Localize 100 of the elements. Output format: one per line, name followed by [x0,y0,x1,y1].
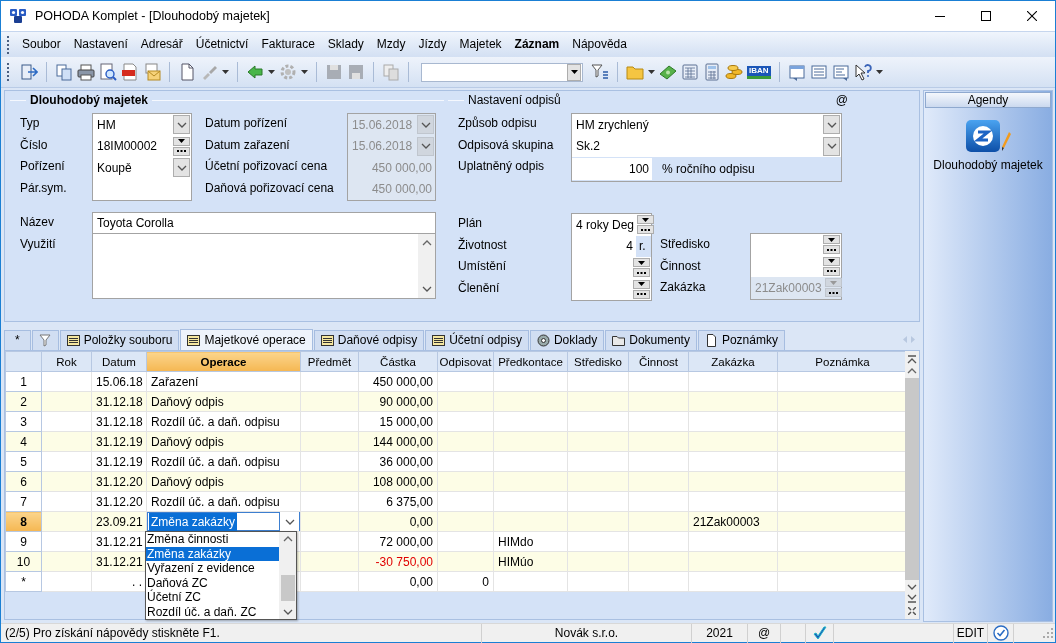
row-header[interactable]: 9 [5,531,42,552]
dropdown-field[interactable]: HM zrychlený [572,114,841,136]
tab[interactable]: Dokumenty [605,330,697,350]
row-header[interactable]: 6 [5,471,42,492]
scrollbar-thumb[interactable] [905,378,919,580]
menu-item[interactable]: Fakturace [255,35,321,54]
dropdown-button[interactable] [633,279,650,289]
menu-item[interactable]: Nápověda [566,35,633,54]
column-header[interactable]: Činnost [628,351,689,372]
dropdown-button[interactable] [567,63,581,81]
more-button[interactable] [633,268,650,278]
scroll-top-icon[interactable] [907,355,917,364]
collapse-icon[interactable] [908,607,916,615]
dropdown-button[interactable] [637,215,655,225]
row-header[interactable]: 4 [5,431,42,452]
tab[interactable]: Položky souboru [59,330,180,350]
tab[interactable]: Poznámky [697,330,785,350]
menu-item[interactable]: Záznam [508,35,566,54]
dropdown-list[interactable]: Změna činnosti Změna zakázky Vyřazení z evidence Daňová ZC Účetní ZC Rozdíl úč. a daň. ZC [145,531,297,620]
tab[interactable]: Doklady [529,330,605,350]
iban-button[interactable]: IBAN [747,65,771,79]
scroll-up-icon[interactable] [282,536,293,542]
column-header[interactable]: Předkontace [493,351,568,372]
column-header[interactable]: Rok [41,351,92,372]
document-icon[interactable] [831,63,850,81]
caret-icon[interactable] [301,70,308,74]
menu-item[interactable]: Účetnictví [189,35,255,54]
printer-icon[interactable] [77,63,95,81]
agenda-label[interactable]: Dlouhodobý majetek [933,158,1043,173]
list-option[interactable]: Rozdíl úč. a daň. ZC [146,604,279,619]
column-header[interactable]: Částka [358,351,438,372]
text-field[interactable]: Toyota Corolla [92,212,436,234]
dropdown-button[interactable] [823,115,840,135]
dropdown-button[interactable] [173,115,190,135]
number-field[interactable]: 4 [572,235,636,257]
scroll-down-icon[interactable] [421,285,432,292]
scroll-bottom-icon[interactable] [907,594,917,603]
menu-item[interactable]: Sklady [321,35,370,54]
resize-grip-icon[interactable] [1043,628,1053,638]
scroll-up-icon[interactable] [421,239,432,246]
row-header[interactable]: 2 [5,391,42,412]
dropdown-button[interactable] [173,136,190,146]
column-header[interactable]: Odpisovat [437,351,494,372]
help-icon[interactable] [853,63,872,81]
document-icon[interactable] [178,63,196,81]
dropdown-field[interactable]: Sk.2 [572,135,841,157]
caret-icon[interactable] [875,70,883,74]
exit-icon[interactable] [20,63,38,81]
column-header[interactable]: Předmět [300,351,359,372]
dropdown-button[interactable] [823,256,840,266]
caret-icon[interactable] [268,70,275,74]
banknote-icon[interactable] [659,63,677,81]
picker-field[interactable]: 4 roky Deg [572,214,651,236]
column-header[interactable]: Datum [91,351,147,372]
combo-field[interactable] [421,62,583,82]
column-header[interactable]: Středisko [567,351,629,372]
row-header[interactable]: 1 [5,371,42,392]
picker-field[interactable] [572,278,651,300]
scrollbar-thumb[interactable] [280,574,295,601]
scroll-down-icon[interactable] [907,584,917,590]
module-icon[interactable] [965,119,1001,153]
dropdown-field[interactable]: Změna zakázky [147,512,300,531]
tab[interactable]: Daňové odpisy [313,330,425,350]
menu-item[interactable]: Jízdy [412,35,453,54]
dropdown-button[interactable] [173,158,190,178]
row-header[interactable]: 7 [5,491,42,512]
menu-item[interactable]: Soubor [16,35,67,54]
menu-item[interactable]: Mzdy [370,35,412,54]
dropdown-button[interactable] [823,136,840,156]
row-header[interactable]: * [5,571,42,592]
list-option[interactable]: Změna zakázky [146,546,279,561]
dropdown-button[interactable] [633,258,650,268]
tab[interactable]: Účetní odpisy [425,330,529,350]
dropdown-button[interactable] [823,235,840,245]
more-button[interactable] [637,225,655,235]
row-header[interactable]: 10 [5,551,42,572]
tab[interactable]: * [4,330,31,350]
column-header[interactable]: Zakázka [688,351,778,372]
form-icon[interactable] [787,63,806,81]
more-button[interactable] [633,289,650,299]
pdf-icon[interactable] [121,63,139,81]
preview-icon[interactable] [99,63,117,81]
envelope-icon[interactable] [143,63,161,81]
arrow-left-icon[interactable] [246,63,264,81]
more-button[interactable] [823,266,840,276]
menu-item[interactable]: Adresář [134,35,189,54]
scroll-up-icon[interactable] [907,368,917,374]
list-option[interactable]: Účetní ZC [146,590,279,605]
column-header[interactable]: Poznámka [777,351,908,372]
filter-icon[interactable] [591,63,609,81]
copy-icon[interactable] [55,63,73,81]
number-field[interactable]: 100 [572,158,652,180]
column-header[interactable]: Operace [146,351,301,372]
caret-icon[interactable] [648,70,655,74]
menu-item[interactable]: Majetek [453,35,508,54]
row-header[interactable]: 8 [5,511,42,532]
row-header[interactable]: 3 [5,411,42,432]
menu-item[interactable]: Nastavení [67,35,134,54]
more-button[interactable] [173,146,190,156]
scroll-down-icon[interactable] [282,609,293,615]
